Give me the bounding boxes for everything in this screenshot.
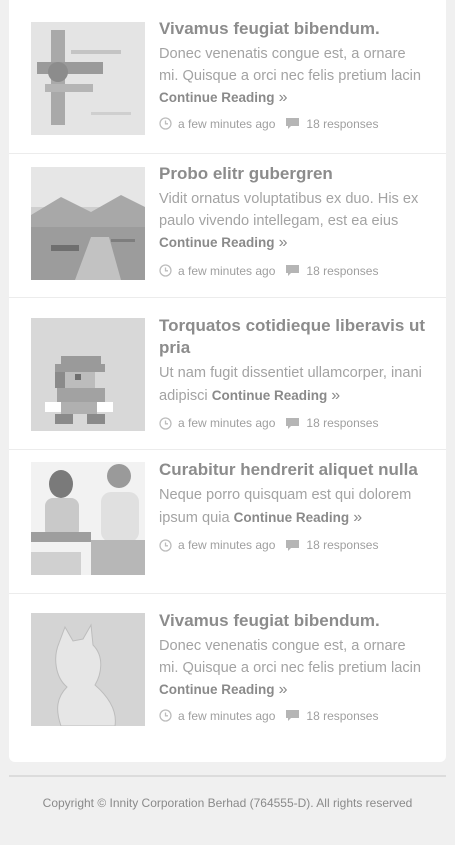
continue-reading-link[interactable]: Continue Reading: [159, 90, 275, 105]
comment-icon: [286, 265, 300, 276]
comment-icon: [286, 539, 300, 551]
continue-reading-link[interactable]: Continue Reading: [159, 682, 275, 697]
post-excerpt-text: Donec venenatis congue est, a ornare mi.…: [159, 638, 421, 676]
post-time: a few minutes ago: [178, 416, 276, 430]
post-thumbnail[interactable]: [31, 167, 145, 280]
post-meta: a few minutes ago 18 responses: [159, 415, 427, 431]
post-meta: a few minutes ago 18 responses: [159, 263, 427, 279]
post-item: Vivamus feugiat bibendum. Donec venenati…: [9, 0, 446, 154]
post-time: a few minutes ago: [178, 708, 276, 723]
post-responses[interactable]: 18 responses: [306, 415, 378, 431]
post-item: Probo elitr gubergren Vidit ornatus volu…: [9, 154, 446, 298]
post-excerpt: Donec venenatis congue est, a ornare mi.…: [159, 636, 427, 702]
raquo-icon: »: [278, 234, 288, 251]
cat-sketch-icon: [31, 613, 145, 726]
post-meta: a few minutes ago 18 responses: [159, 708, 427, 724]
post-title[interactable]: Vivamus feugiat bibendum.: [159, 18, 427, 40]
clock-icon: [159, 538, 172, 552]
post-item: Torquatos cotidieque liberavis ut pria U…: [9, 298, 446, 450]
fitness-women-photo-icon: [31, 462, 145, 575]
post-responses[interactable]: 18 responses: [306, 263, 378, 279]
raquo-icon: »: [278, 681, 288, 698]
post-title[interactable]: Curabitur hendrerit aliquet nulla: [159, 459, 427, 481]
copyright-text: Copyright © Innity Corporation Berhad (7…: [42, 796, 413, 810]
continue-reading-link[interactable]: Continue Reading: [212, 388, 328, 403]
post-thumbnail[interactable]: [31, 22, 145, 135]
post-meta: a few minutes ago 18 responses: [159, 537, 427, 553]
post-excerpt: Ut nam fugit dissentiet ullamcorper, ina…: [159, 363, 427, 407]
post-excerpt: Neque porro quisquam est qui dolorem ips…: [159, 485, 427, 529]
airplane-photo-icon: [31, 22, 145, 135]
post-title[interactable]: Vivamus feugiat bibendum.: [159, 610, 427, 632]
post-responses[interactable]: 18 responses: [306, 708, 378, 724]
clock-icon: [159, 264, 172, 277]
post-responses[interactable]: 18 responses: [306, 116, 378, 132]
post-excerpt-text: Donec venenatis congue est, a ornare mi.…: [159, 46, 421, 84]
post-title[interactable]: Torquatos cotidieque liberavis ut pria: [159, 315, 427, 359]
comment-icon: [286, 118, 300, 129]
post-time: a few minutes ago: [178, 116, 276, 131]
post-list-card: Vivamus feugiat bibendum. Donec venenati…: [9, 0, 446, 762]
post-time: a few minutes ago: [178, 538, 276, 552]
raquo-icon: »: [331, 386, 341, 404]
post-thumbnail[interactable]: [31, 318, 145, 431]
comment-icon: [286, 710, 300, 721]
clock-icon: [159, 709, 172, 722]
clock-icon: [159, 416, 172, 430]
comment-icon: [286, 417, 300, 429]
post-excerpt: Vidit ornatus voluptatibus ex duo. His e…: [159, 189, 427, 255]
post-item: Curabitur hendrerit aliquet nulla Neque …: [9, 450, 446, 594]
post-time: a few minutes ago: [178, 263, 276, 278]
footer-divider: [9, 775, 446, 777]
continue-reading-link[interactable]: Continue Reading: [234, 510, 350, 525]
lake-pier-photo-icon: [31, 167, 145, 280]
post-title[interactable]: Probo elitr gubergren: [159, 163, 427, 185]
pixel-character-icon: [31, 318, 145, 431]
post-meta: a few minutes ago 18 responses: [159, 116, 427, 132]
post-thumbnail[interactable]: [31, 462, 145, 575]
post-thumbnail[interactable]: [31, 613, 145, 726]
raquo-icon: »: [353, 508, 363, 526]
continue-reading-link[interactable]: Continue Reading: [159, 235, 275, 250]
post-responses[interactable]: 18 responses: [306, 537, 378, 553]
clock-icon: [159, 117, 172, 130]
post-excerpt-text: Vidit ornatus voluptatibus ex duo. His e…: [159, 191, 419, 229]
raquo-icon: »: [278, 89, 288, 106]
post-item: Vivamus feugiat bibendum. Donec venenati…: [9, 594, 446, 744]
post-excerpt: Donec venenatis congue est, a ornare mi.…: [159, 44, 427, 110]
